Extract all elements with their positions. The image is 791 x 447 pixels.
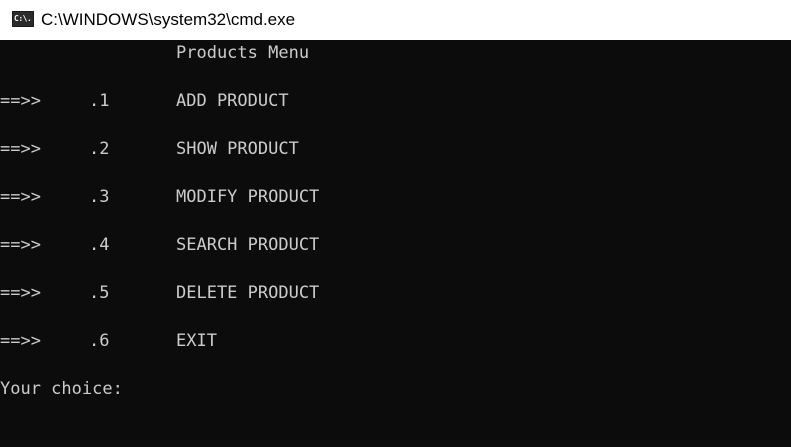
menu-arrow: ==>> — [0, 187, 41, 207]
console-output[interactable]: Products Menu ==>> .1 ADD PRODUCT ==>> .… — [0, 40, 791, 447]
menu-arrow: ==>> — [0, 139, 41, 159]
menu-number: .4 — [89, 235, 110, 255]
menu-row-3: ==>> .3 MODIFY PRODUCT — [0, 185, 791, 209]
choice-prompt[interactable]: Your choice: — [0, 377, 123, 401]
menu-number: .3 — [89, 187, 110, 207]
menu-number: .1 — [89, 91, 110, 111]
menu-label: DELETE PRODUCT — [176, 283, 320, 303]
menu-row-5: ==>> .5 DELETE PRODUCT — [0, 281, 791, 305]
menu-row-1: ==>> .1 ADD PRODUCT — [0, 89, 791, 113]
menu-arrow: ==>> — [0, 91, 41, 111]
console-app-icon[interactable]: C:\. — [12, 11, 34, 27]
menu-arrow: ==>> — [0, 331, 41, 351]
menu-label: SHOW PRODUCT — [176, 139, 299, 159]
cmd-window: C:\. C:\WINDOWS\system32\cmd.exe Product… — [0, 0, 791, 447]
console-app-icon-text: C:\. — [14, 14, 32, 23]
menu-arrow: ==>> — [0, 235, 41, 255]
menu-row-6: ==>> .6 EXIT — [0, 329, 791, 353]
window-title: C:\WINDOWS\system32\cmd.exe — [41, 10, 296, 29]
menu-row-4: ==>> .4 SEARCH PRODUCT — [0, 233, 791, 257]
menu-arrow: ==>> — [0, 283, 41, 303]
menu-heading: Products Menu — [176, 43, 310, 63]
menu-number: .6 — [89, 331, 110, 351]
menu-row-2: ==>> .2 SHOW PRODUCT — [0, 137, 791, 161]
title-bar[interactable]: C:\. C:\WINDOWS\system32\cmd.exe — [0, 0, 791, 40]
menu-number: .5 — [89, 283, 110, 303]
menu-label: SEARCH PRODUCT — [176, 235, 320, 255]
menu-label: MODIFY PRODUCT — [176, 187, 320, 207]
menu-number: .2 — [89, 139, 110, 159]
menu-label: ADD PRODUCT — [176, 91, 289, 111]
menu-label: EXIT — [176, 331, 217, 351]
